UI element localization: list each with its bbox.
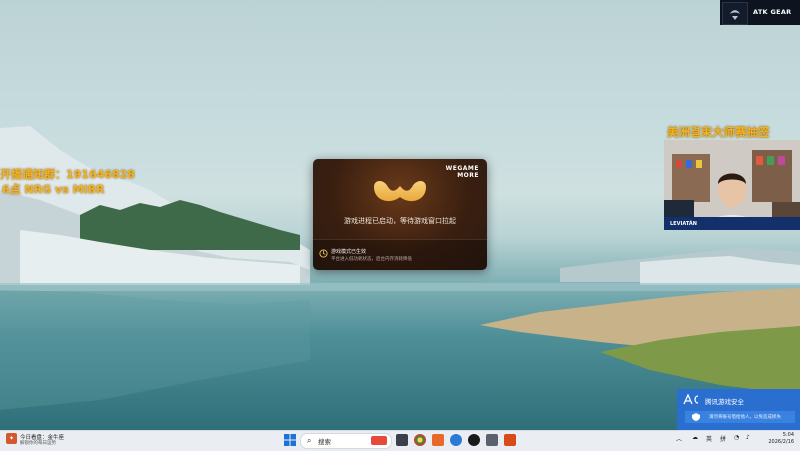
- task-view-icon[interactable]: [396, 434, 408, 446]
- sponsor-banner: ATK GEAR: [720, 0, 800, 25]
- tray-lang[interactable]: 英: [706, 434, 712, 443]
- news-subtitle: 解锁你的每日运势: [20, 441, 56, 446]
- chrome-browser-icon[interactable]: [414, 434, 426, 446]
- search-placeholder: 搜索: [318, 438, 331, 446]
- game-mode-title: 游戏模式已生效: [331, 249, 367, 255]
- game-mode-icon: [319, 249, 328, 258]
- tray-chevron-up-icon[interactable]: ︿: [676, 434, 682, 443]
- streamer-name: LEVIATÁN: [670, 221, 697, 227]
- draw-event-title: 美洲결束大师赛抽签: [667, 125, 770, 139]
- tray-cloud-icon[interactable]: ☁: [692, 434, 698, 441]
- wegame-brand-line2: MORE: [457, 172, 479, 179]
- security-toast-body: 请勿将账号借给他人，以免造成损失: [685, 411, 795, 423]
- tray-ime[interactable]: 拼: [720, 434, 726, 443]
- wifi-icon[interactable]: ◔: [734, 434, 739, 441]
- security-toast-title: 腾讯游戏安全: [705, 398, 744, 406]
- start-button-icon[interactable]: [284, 434, 296, 446]
- launch-message: 游戏进程已启动，等待游戏窗口拉起: [344, 217, 456, 225]
- volume-icon[interactable]: ♪: [746, 434, 750, 441]
- clock-date: 2026/2/16: [768, 439, 794, 445]
- search-highlight-icon: [371, 436, 387, 445]
- system-clock[interactable]: 5:04 2026/2/16: [768, 432, 794, 446]
- news-badge-icon: ✦: [6, 433, 17, 444]
- ace-logo-icon: [683, 394, 699, 405]
- wegame-brand-line1: WEGAME: [445, 165, 479, 172]
- cloud-app-icon[interactable]: [450, 434, 462, 446]
- app-icon-orange[interactable]: [432, 434, 444, 446]
- game-mode-status-bar: [313, 240, 487, 270]
- search-icon: ⌕: [307, 436, 312, 445]
- streamer-webcam: LEVIATÁN: [664, 140, 800, 230]
- wegame-taskbar-icon[interactable]: [504, 434, 516, 446]
- wegame-brand: WEGAME MORE: [446, 165, 479, 179]
- steam-icon[interactable]: [468, 434, 480, 446]
- clock-time: 5:04: [782, 432, 794, 438]
- shield-icon: [692, 413, 700, 421]
- team-logo-icon: [722, 2, 748, 25]
- wegame-launch-popup: WEGAME MORE 游戏进程已启动，等待游戏窗口拉起 游戏模式已生效 平台进…: [313, 159, 487, 270]
- app-icon-gray[interactable]: [486, 434, 498, 446]
- security-toast-message: 请勿将账号借给他人，以免造成损失: [709, 415, 781, 420]
- stream-notice-group: 开播通知群：191646828: [0, 168, 135, 181]
- match-schedule-text: 6点 NRG vs MIBR: [2, 183, 105, 196]
- game-mode-subtitle: 平台进入低功耗状态，后台内存消耗降低: [331, 257, 412, 262]
- taskbar-search[interactable]: ⌕ 搜索: [300, 433, 392, 449]
- security-toast[interactable]: 腾讯游戏安全 请勿将账号借给他人，以免造成损失: [677, 389, 800, 430]
- sponsor-brand-text: ATK GEAR: [753, 8, 792, 16]
- mustache-logo-icon: [374, 181, 426, 202]
